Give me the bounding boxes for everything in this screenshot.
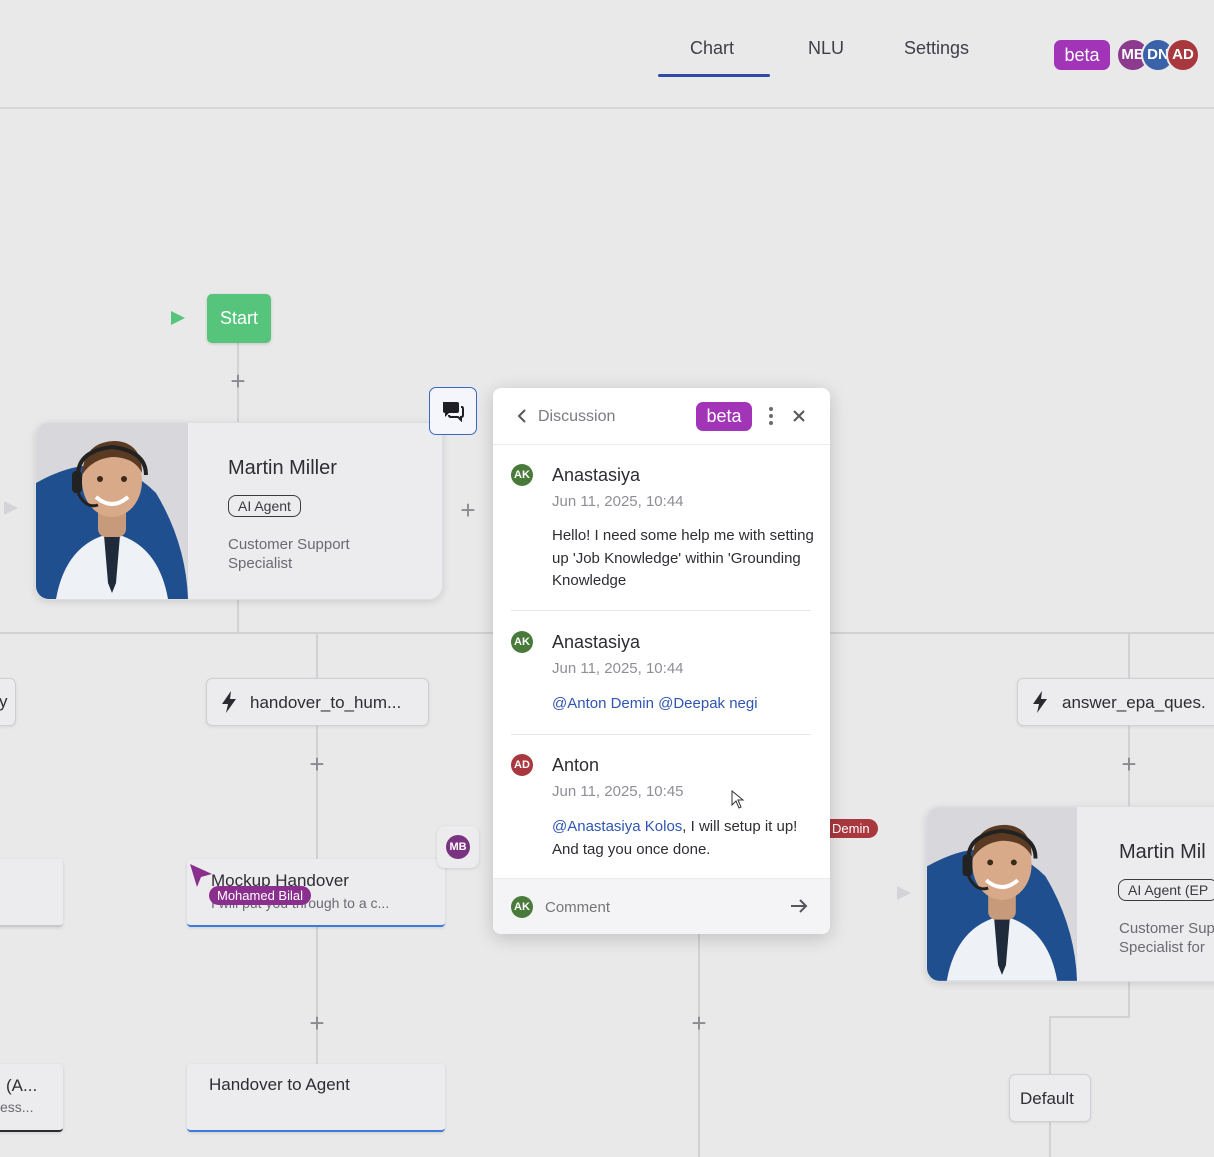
default-node-label: Default xyxy=(1020,1089,1074,1108)
connector-line xyxy=(237,598,239,632)
add-node-button[interactable]: + xyxy=(304,751,330,777)
card-title: Handover to Agent xyxy=(209,1075,350,1094)
chevron-left-icon[interactable] xyxy=(517,408,527,424)
card-subtitle: ess... xyxy=(0,1099,34,1115)
lightning-icon xyxy=(1033,691,1047,713)
message-timestamp: Jun 11, 2025, 10:44 xyxy=(552,660,684,677)
add-node-button[interactable]: + xyxy=(1116,751,1142,777)
beta-badge: beta xyxy=(1054,40,1110,70)
collaborator-cursor-label: Mohamed Bilal xyxy=(209,886,311,905)
comments-icon xyxy=(443,402,464,422)
connector-line xyxy=(316,926,318,1064)
avatar-mb: MB xyxy=(446,835,470,859)
discussion-title[interactable]: Discussion xyxy=(538,408,615,426)
avatar-ad: AD xyxy=(511,754,533,776)
agent-avatar xyxy=(36,423,188,599)
collaborator-cursor-icon xyxy=(190,864,212,887)
connector-line xyxy=(316,724,318,859)
tool-node-label: y xyxy=(0,692,8,711)
entry-arrow-icon xyxy=(897,886,911,900)
top-bar xyxy=(0,0,1214,109)
agent-card-martin-miller[interactable]: Martin Miller AI Agent Customer Support … xyxy=(35,422,443,600)
entry-arrow-icon xyxy=(4,501,18,515)
tab-chart[interactable]: Chart xyxy=(690,38,734,59)
tool-node-handover[interactable]: handover_to_hum... xyxy=(206,678,429,726)
discussion-header: Discussion beta xyxy=(493,388,830,445)
beta-badge: beta xyxy=(696,402,752,431)
comment-bar: AK xyxy=(493,878,830,934)
connector-line xyxy=(1049,1016,1051,1074)
more-options-icon[interactable] xyxy=(767,406,775,426)
avatar-ak: AK xyxy=(511,464,533,486)
connector-line xyxy=(1128,980,1130,1018)
default-node[interactable]: Default xyxy=(1009,1074,1091,1122)
message-timestamp: Jun 11, 2025, 10:45 xyxy=(552,783,684,800)
start-node[interactable]: Start xyxy=(207,294,271,343)
tab-nlu[interactable]: NLU xyxy=(808,38,844,59)
avatar-ad[interactable]: AD xyxy=(1166,38,1200,72)
comment-thread-marker[interactable]: MB xyxy=(437,826,479,868)
avatar-ak: AK xyxy=(511,896,533,918)
handover-to-agent-card[interactable]: Handover to Agent xyxy=(187,1064,445,1132)
add-node-button[interactable]: + xyxy=(304,1010,330,1036)
add-node-button[interactable]: + xyxy=(455,497,481,523)
agent-type-tag: AI Agent (EP xyxy=(1118,879,1214,901)
connector-line xyxy=(1049,1120,1051,1157)
tool-node-partial[interactable]: y xyxy=(0,678,16,726)
tool-node-label: handover_to_hum... xyxy=(250,693,402,712)
tool-node-answer[interactable]: answer_epa_ques. xyxy=(1017,678,1214,726)
mouse-cursor-icon xyxy=(731,790,745,809)
close-icon[interactable] xyxy=(792,409,806,423)
message-divider xyxy=(511,734,811,735)
message-author: Anastasiya xyxy=(552,632,641,652)
open-discussion-button[interactable] xyxy=(429,387,477,435)
agent-card-martin-miller-right[interactable]: Martin Mil AI Agent (EP Customer Sup Spe… xyxy=(926,806,1214,982)
agent-role: Customer Support Specialist xyxy=(228,536,350,572)
agent-name: Martin Miller xyxy=(228,457,337,479)
message-mention[interactable]: @Anastasiya Kolos xyxy=(552,818,682,835)
connector-line xyxy=(316,632,318,678)
discussion-panel: Discussion beta AK Anastasiya Jun 11, 20… xyxy=(493,388,830,934)
lightning-icon xyxy=(222,691,236,713)
tool-node-label: answer_epa_ques. xyxy=(1062,693,1206,712)
connector-line xyxy=(1128,632,1130,678)
message-divider xyxy=(511,610,811,611)
avatar-ak: AK xyxy=(511,631,533,653)
message-text: @Anastasiya Kolos, I will setup it up! A… xyxy=(552,816,814,861)
comment-input[interactable] xyxy=(543,893,777,921)
add-node-button[interactable]: + xyxy=(225,368,251,394)
add-node-button[interactable]: + xyxy=(686,1010,712,1036)
message-timestamp: Jun 11, 2025, 10:44 xyxy=(552,493,684,510)
message-mentions[interactable]: @Anton Demin @Deepak negi xyxy=(552,693,814,716)
collaborator-cursor-label: Demin xyxy=(824,819,878,838)
send-arrow-icon[interactable] xyxy=(789,898,809,914)
message-author: Anastasiya xyxy=(552,465,641,485)
message-author: Anton xyxy=(552,755,600,775)
active-tab-indicator xyxy=(658,74,770,77)
play-icon[interactable] xyxy=(171,311,185,325)
agent-name: Martin Mil xyxy=(1119,841,1206,863)
flow-card-partial[interactable]: (A... ess... xyxy=(0,1064,63,1132)
connector-line xyxy=(1049,1016,1130,1018)
agent-avatar xyxy=(927,807,1077,981)
message-text: Hello! I need some help me with setting … xyxy=(552,527,814,589)
tab-settings[interactable]: Settings xyxy=(904,38,969,59)
connector-line xyxy=(698,934,700,1157)
card-title: (A... xyxy=(6,1076,38,1095)
flow-card-partial[interactable] xyxy=(0,859,63,927)
agent-role: Customer Sup Specialist for xyxy=(1119,920,1214,956)
agent-type-tag: AI Agent xyxy=(228,495,301,517)
